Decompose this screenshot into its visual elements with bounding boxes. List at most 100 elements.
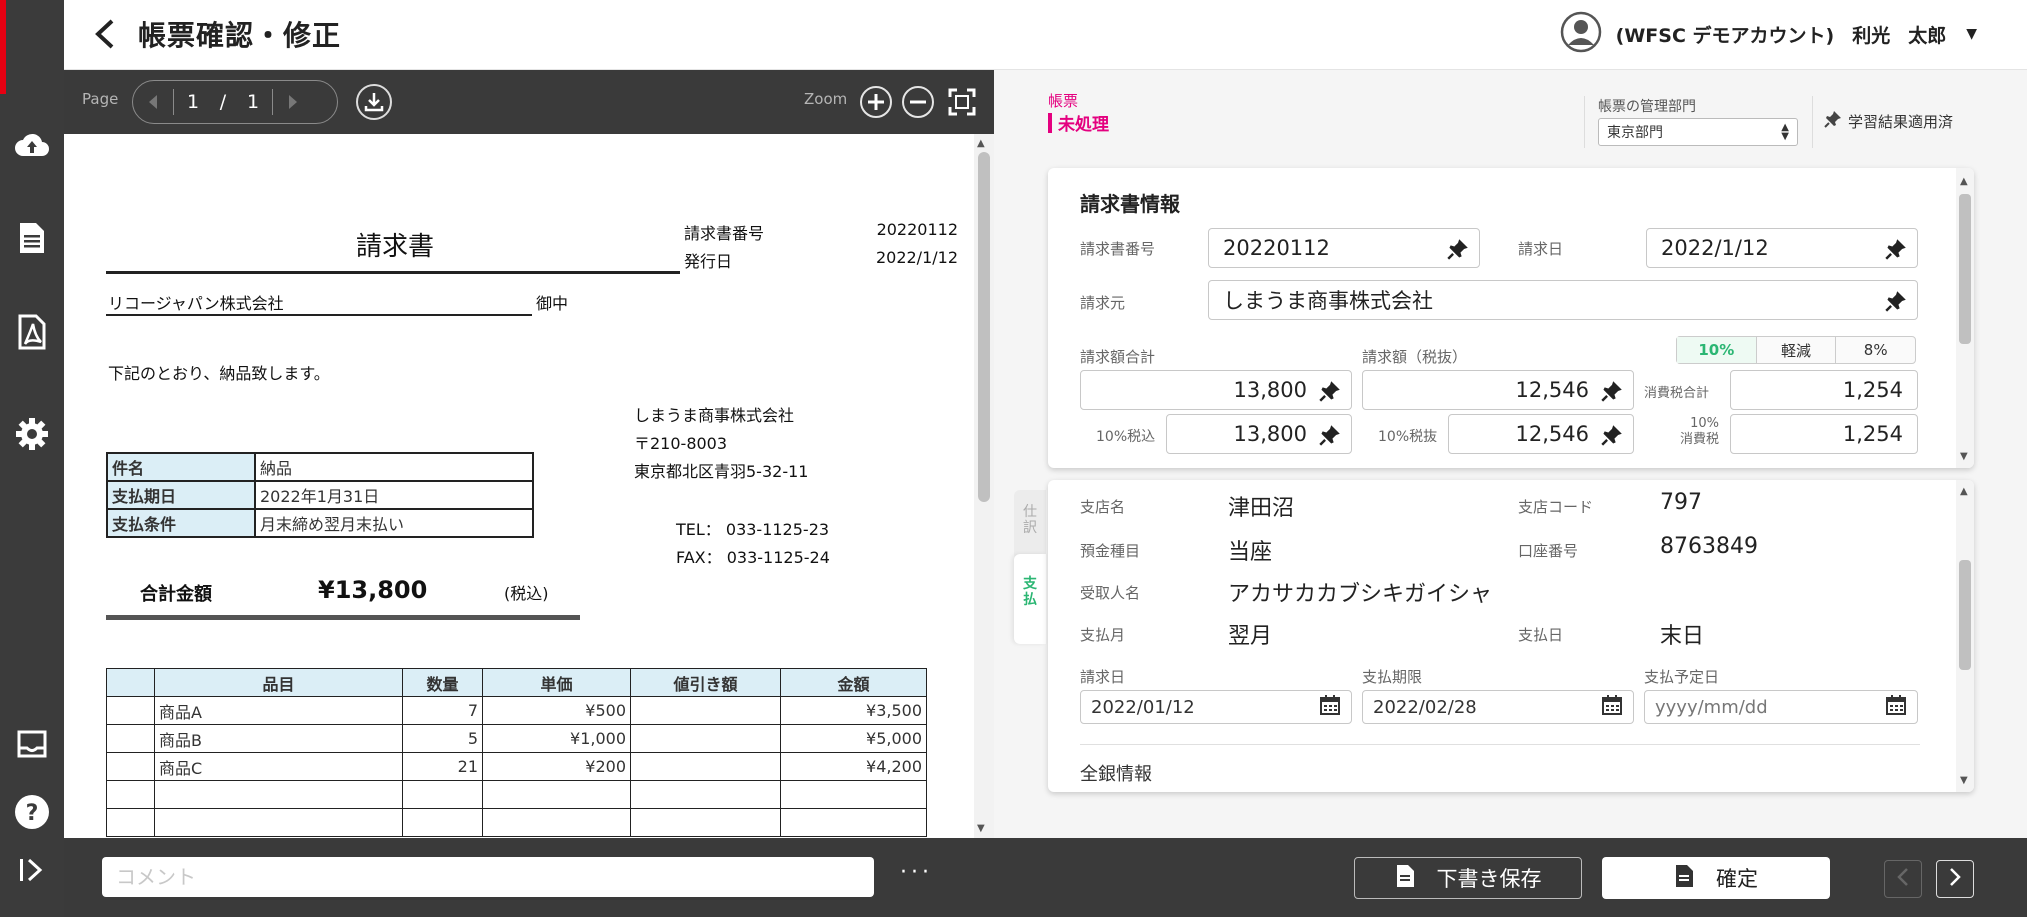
form-top-bar: 帳票 未処理 帳票の管理部門 東京部門 ▲ ▼ 学習結果適用済 bbox=[994, 70, 2027, 170]
tab-journal[interactable]: 仕訳 bbox=[1014, 490, 1046, 560]
card-scrollbar[interactable]: ▲ ▼ bbox=[1956, 480, 1974, 792]
net-field[interactable]: 12,546 bbox=[1362, 370, 1634, 410]
excl10-field[interactable]: 12,546 bbox=[1448, 414, 1634, 454]
table-header-row: 品目 数量 単価 値引き額 金額 bbox=[106, 668, 927, 697]
dept-select[interactable]: 東京部門 ▲ ▼ bbox=[1598, 118, 1798, 146]
pin-icon[interactable] bbox=[1601, 424, 1623, 451]
user-menu[interactable]: (WFSC デモアカウント) 利光 太郎 ▼ bbox=[1560, 11, 1977, 58]
table-row: 商品B 5 ¥1,000 ¥5,000 bbox=[106, 724, 927, 753]
avatar-icon bbox=[1560, 11, 1602, 58]
pin-icon[interactable] bbox=[1447, 238, 1469, 265]
tab-payment[interactable]: 支払 bbox=[1014, 554, 1046, 644]
doc-issuer-address: 東京都北区青羽5-32-11 bbox=[634, 462, 809, 481]
doc-issue-label: 発行日 bbox=[684, 252, 733, 271]
account-name: (WFSC デモアカウント) bbox=[1615, 24, 1835, 47]
total-label: 請求額合計 bbox=[1080, 348, 1156, 366]
tax-total-field[interactable]: 1,254 bbox=[1730, 370, 1918, 410]
tax10-field[interactable]: 1,254 bbox=[1730, 414, 1918, 454]
scroll-down-icon[interactable]: ▼ bbox=[1960, 775, 1968, 786]
doc-recipient: リコージャパン株式会社 bbox=[108, 294, 284, 313]
pin-icon[interactable] bbox=[1319, 424, 1341, 451]
incl10-field[interactable]: 13,800 bbox=[1166, 414, 1352, 454]
pay-month-label: 支払月 bbox=[1080, 626, 1126, 644]
table-row: 支払条件 月末締め翌月末払い bbox=[106, 508, 534, 538]
total-field[interactable]: 13,800 bbox=[1080, 370, 1352, 410]
comment-input[interactable] bbox=[102, 857, 874, 897]
pin-icon[interactable] bbox=[1601, 380, 1623, 407]
gear-icon[interactable] bbox=[12, 414, 52, 454]
branch-code-label: 支店コード bbox=[1518, 498, 1594, 516]
zoom-out-icon[interactable] bbox=[902, 86, 934, 118]
pin-icon[interactable] bbox=[1319, 380, 1341, 407]
scroll-up-icon[interactable]: ▲ bbox=[977, 138, 985, 149]
info-label: 支払条件 bbox=[106, 508, 256, 538]
back-icon[interactable] bbox=[86, 16, 122, 52]
calendar-icon[interactable] bbox=[1601, 694, 1623, 721]
confirm-button[interactable]: 確定 bbox=[1602, 857, 1830, 899]
calendar-icon[interactable] bbox=[1885, 694, 1907, 721]
pin-icon[interactable] bbox=[1885, 290, 1907, 317]
page-current[interactable]: 1 bbox=[174, 91, 212, 113]
calendar-icon[interactable] bbox=[1319, 694, 1341, 721]
next-page-icon[interactable] bbox=[273, 94, 313, 110]
account-type-value: 当座 bbox=[1228, 540, 1273, 565]
issuer-field[interactable]: しまうま商事株式会社 bbox=[1208, 280, 1918, 320]
scroll-thumb[interactable] bbox=[1959, 560, 1971, 670]
bottom-bar: ··· 下書き保存 確定 bbox=[64, 838, 2027, 917]
planned-date-field[interactable]: yyyy/mm/dd bbox=[1644, 690, 1918, 724]
fit-screen-icon[interactable] bbox=[946, 86, 978, 118]
invoice-date-field[interactable]: 2022/1/12 bbox=[1646, 228, 1918, 268]
more-icon[interactable]: ··· bbox=[900, 860, 933, 885]
scroll-up-icon[interactable]: ▲ bbox=[1960, 486, 1968, 497]
dept-label: 帳票の管理部門 bbox=[1598, 99, 1696, 115]
save-draft-button[interactable]: 下書き保存 bbox=[1354, 857, 1582, 899]
viewer-toolbar: Page 1 / 1 Zoom bbox=[64, 70, 994, 134]
invoice-no-value: 20220112 bbox=[1223, 236, 1330, 260]
tax-rate-toggle[interactable]: 10% 軽減 8% bbox=[1676, 336, 1916, 364]
document-icon[interactable] bbox=[12, 218, 52, 258]
zoom-in-icon[interactable] bbox=[860, 86, 892, 118]
scroll-down-icon[interactable]: ▼ bbox=[1960, 451, 1968, 462]
table-cell bbox=[482, 808, 631, 837]
tax10-label: 10% 消費税 bbox=[1680, 416, 1719, 448]
user-last-name: 利光 bbox=[1852, 24, 1891, 47]
scroll-down-icon[interactable]: ▼ bbox=[977, 823, 985, 834]
document-icon bbox=[1395, 864, 1415, 893]
deadline-field[interactable]: 2022/02/28 bbox=[1362, 690, 1634, 724]
table-cell bbox=[106, 696, 155, 725]
cloud-upload-icon[interactable] bbox=[12, 124, 52, 164]
tax10-label-2: 消費税 bbox=[1680, 432, 1720, 447]
next-document-button[interactable] bbox=[1936, 860, 1974, 898]
document-pdf-icon[interactable] bbox=[12, 312, 52, 352]
status-value: 未処理 bbox=[1058, 115, 1109, 135]
page-navigator: 1 / 1 bbox=[132, 80, 338, 124]
invoice-no-field[interactable]: 20220112 bbox=[1208, 228, 1480, 268]
download-icon[interactable] bbox=[356, 84, 392, 120]
caret-down-icon[interactable]: ▼ bbox=[1966, 26, 1977, 42]
scroll-thumb[interactable] bbox=[1959, 194, 1971, 344]
table-row: 商品C 21 ¥200 ¥4,200 bbox=[106, 752, 927, 781]
card-scrollbar[interactable]: ▲ ▼ bbox=[1956, 168, 1974, 468]
pin-icon[interactable] bbox=[1885, 238, 1907, 265]
prev-document-button[interactable] bbox=[1884, 860, 1922, 898]
zengin-section-title[interactable]: 全銀情報 bbox=[1080, 760, 1152, 786]
doc-fax: FAX： 033-1125-24 bbox=[676, 548, 830, 567]
viewer-scrollbar[interactable]: ▲ ▼ bbox=[974, 134, 994, 838]
rate-10[interactable]: 10% bbox=[1677, 337, 1757, 363]
divider bbox=[1584, 96, 1585, 148]
rate-8[interactable]: 8% bbox=[1836, 337, 1915, 363]
info-value: 2022年1月31日 bbox=[254, 480, 534, 510]
table-row: 件名 納品 bbox=[106, 452, 534, 482]
inbox-icon[interactable] bbox=[12, 724, 52, 764]
req-date-field[interactable]: 2022/01/12 bbox=[1080, 690, 1352, 724]
expand-icon[interactable] bbox=[12, 850, 52, 890]
table-cell: ¥4,200 bbox=[780, 752, 927, 781]
excl10-value: 12,546 bbox=[1515, 422, 1589, 446]
help-icon[interactable]: ? bbox=[12, 792, 52, 832]
prev-page-icon[interactable] bbox=[133, 94, 173, 110]
rate-reduced[interactable]: 軽減 bbox=[1757, 337, 1837, 363]
scroll-up-icon[interactable]: ▲ bbox=[1960, 176, 1968, 187]
scroll-thumb[interactable] bbox=[978, 152, 990, 502]
table-cell: 商品B bbox=[154, 724, 403, 753]
branch-code-value: 797 bbox=[1660, 490, 1702, 515]
